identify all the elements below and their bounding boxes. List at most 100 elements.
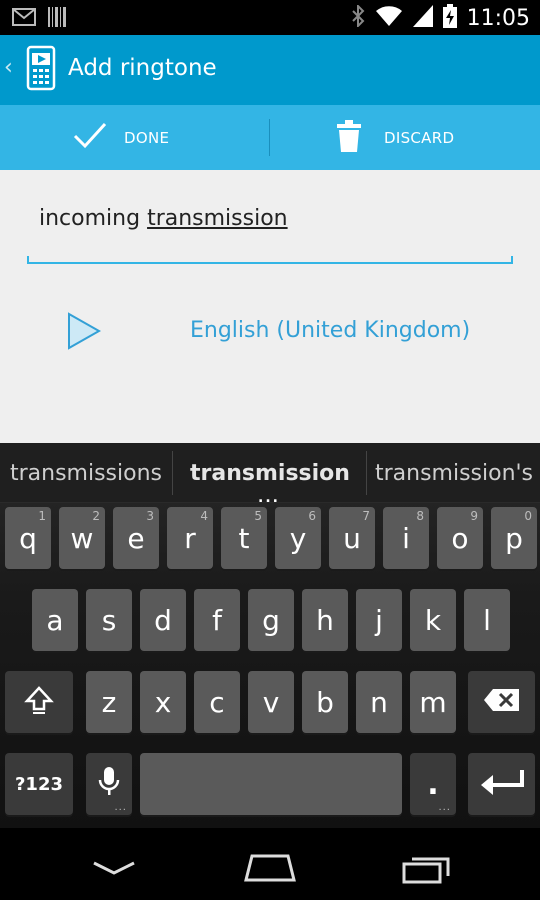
bluetooth-icon	[351, 3, 365, 31]
text-value: incoming transmission	[39, 206, 288, 231]
symbols-key[interactable]: ?123	[5, 753, 73, 815]
nav-back-icon[interactable]	[92, 860, 136, 879]
key-f[interactable]: f	[194, 589, 240, 651]
key-char: f	[212, 603, 222, 637]
space-key[interactable]	[140, 753, 402, 815]
key-hint: 2	[92, 509, 100, 523]
key-l[interactable]: l	[464, 589, 510, 651]
key-more-dots: ...	[114, 802, 127, 813]
key-hint: 6	[308, 509, 316, 523]
suggestion-strip: transmissions transmission transmission'…	[0, 443, 540, 506]
key-z[interactable]: z	[86, 671, 132, 733]
key-s[interactable]: s	[86, 589, 132, 651]
composing-word: transmission	[147, 206, 288, 231]
key-u[interactable]: u7	[329, 507, 375, 569]
key-j[interactable]: j	[356, 589, 402, 651]
key-x[interactable]: x	[140, 671, 186, 733]
done-discard-bar: DONE DISCARD	[0, 105, 540, 170]
done-button[interactable]: DONE	[72, 105, 169, 170]
soft-keyboard: transmissions transmission transmission'…	[0, 443, 540, 828]
key-char: d	[154, 603, 172, 637]
key-d[interactable]: d	[140, 589, 186, 651]
key-char: b	[316, 685, 334, 719]
key-w[interactable]: w2	[59, 507, 105, 569]
key-y[interactable]: y6	[275, 507, 321, 569]
key-p[interactable]: p0	[491, 507, 537, 569]
key-char: v	[262, 685, 280, 719]
signal-icon	[412, 5, 433, 31]
key-a[interactable]: a	[32, 589, 78, 651]
key-t[interactable]: t5	[221, 507, 267, 569]
key-h[interactable]: h	[302, 589, 348, 651]
key-char: r	[184, 521, 196, 555]
key-q[interactable]: q1	[5, 507, 51, 569]
key-hint: 8	[416, 509, 424, 523]
shift-icon	[24, 685, 54, 719]
language-selector[interactable]: English (United Kingdom)	[190, 318, 470, 343]
suggestion-item[interactable]: transmission's	[368, 443, 540, 503]
key-hint: 4	[200, 509, 208, 523]
key-hint: 0	[524, 509, 532, 523]
key-b[interactable]: b	[302, 671, 348, 733]
key-char: s	[101, 603, 117, 637]
nav-recents-icon[interactable]	[402, 854, 454, 888]
enter-icon	[479, 768, 525, 800]
key-char: z	[101, 685, 117, 719]
key-char: j	[375, 603, 383, 637]
voice-input-key[interactable]: ...	[86, 753, 132, 815]
key-c[interactable]: c	[194, 671, 240, 733]
key-hint: 3	[146, 509, 154, 523]
action-bar: ‹ Add ringtone	[0, 35, 540, 105]
key-hint: 1	[38, 509, 46, 523]
key-char: o	[451, 521, 469, 555]
key-n[interactable]: n	[356, 671, 402, 733]
discard-button[interactable]: DISCARD	[336, 105, 454, 170]
play-button[interactable]	[66, 312, 102, 354]
nav-home-icon[interactable]	[242, 852, 298, 886]
key-char: i	[402, 521, 410, 555]
symbols-label: ?123	[14, 773, 63, 795]
key-char: w	[70, 521, 94, 555]
ringtone-phone-icon[interactable]	[26, 45, 56, 95]
enter-key[interactable]	[468, 753, 535, 815]
discard-label: DISCARD	[384, 128, 455, 147]
page-title: Add ringtone	[68, 55, 217, 81]
key-char: m	[419, 685, 447, 719]
backspace-key[interactable]	[468, 671, 535, 733]
battery-charging-icon	[442, 4, 457, 32]
key-char: t	[238, 521, 250, 555]
more-suggestions-indicator[interactable]: ...	[258, 490, 280, 506]
ringtone-form: incoming transmission English (United Ki…	[0, 170, 540, 443]
key-hint: 7	[362, 509, 370, 523]
ringtone-text-field[interactable]: incoming transmission	[27, 200, 513, 264]
key-i[interactable]: i8	[383, 507, 429, 569]
wifi-icon	[375, 5, 403, 31]
key-char: a	[46, 603, 64, 637]
key-e[interactable]: e3	[113, 507, 159, 569]
microphone-icon	[98, 766, 120, 802]
navigation-bar	[0, 828, 540, 900]
play-icon	[66, 312, 102, 354]
key-char: g	[262, 603, 280, 637]
status-time: 11:05	[466, 5, 530, 31]
key-char: e	[127, 521, 145, 555]
key-char: l	[483, 603, 491, 637]
gmail-icon	[12, 8, 36, 30]
shift-key[interactable]	[5, 671, 73, 733]
key-m[interactable]: m	[410, 671, 456, 733]
key-g[interactable]: g	[248, 589, 294, 651]
key-char: u	[343, 521, 361, 555]
barcode-icon	[48, 7, 66, 31]
suggestion-item[interactable]: transmissions	[0, 443, 172, 503]
key-o[interactable]: o9	[437, 507, 483, 569]
key-k[interactable]: k	[410, 589, 456, 651]
back-chevron-icon[interactable]: ‹	[4, 55, 13, 80]
period-key[interactable]: . ...	[410, 753, 456, 815]
status-bar: 11:05	[0, 0, 540, 35]
key-r[interactable]: r4	[167, 507, 213, 569]
key-char: y	[289, 521, 307, 555]
key-v[interactable]: v	[248, 671, 294, 733]
period-label: .	[427, 766, 439, 802]
trash-icon	[336, 119, 362, 157]
key-hint: 9	[470, 509, 478, 523]
